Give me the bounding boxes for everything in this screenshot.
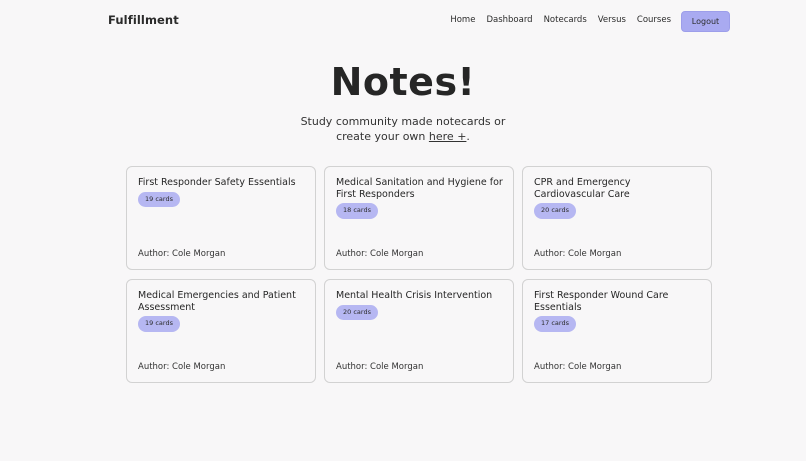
brand-logo[interactable]: Fulfillment xyxy=(108,13,179,27)
card-count-badge: 19 cards xyxy=(138,316,180,332)
page-subtitle: Study community made notecards or create… xyxy=(0,114,806,144)
card-title: CPR and Emergency Cardiovascular Care xyxy=(534,177,631,200)
card-title-block: Medical Sanitation and Hygiene for First… xyxy=(336,177,503,219)
card-count-badge: 20 cards xyxy=(534,203,576,219)
card-title-block: First Responder Safety Essentials 19 car… xyxy=(138,177,305,207)
notecard-set-card[interactable]: Mental Health Crisis Intervention 20 car… xyxy=(324,279,514,383)
card-author: Author: Cole Morgan xyxy=(336,249,424,259)
card-count-badge: 20 cards xyxy=(336,304,378,320)
card-title-block: Mental Health Crisis Intervention 20 car… xyxy=(336,290,503,320)
notecard-set-card[interactable]: First Responder Safety Essentials 19 car… xyxy=(126,166,316,270)
notecard-set-card[interactable]: Medical Sanitation and Hygiene for First… xyxy=(324,166,514,270)
subtitle-line1: Study community made notecards or xyxy=(300,115,506,128)
page-title: Notes! xyxy=(330,60,476,104)
card-title: First Responder Wound Care Essentials xyxy=(534,290,669,313)
nav-versus[interactable]: Versus xyxy=(598,15,626,25)
notecard-grid: First Responder Safety Essentials 19 car… xyxy=(126,166,712,383)
card-author: Author: Cole Morgan xyxy=(534,362,622,372)
card-author: Author: Cole Morgan xyxy=(138,362,226,372)
nav-dashboard[interactable]: Dashboard xyxy=(486,15,532,25)
logout-button[interactable]: Logout xyxy=(681,11,730,32)
notecard-set-card[interactable]: Medical Emergencies and Patient Assessme… xyxy=(126,279,316,383)
nav-notecards[interactable]: Notecards xyxy=(544,15,587,25)
nav-links: Home Dashboard Notecards Versus Courses xyxy=(450,15,671,25)
subtitle-suffix: . xyxy=(466,130,470,143)
card-title: Mental Health Crisis Intervention xyxy=(336,290,493,301)
card-count-badge: 17 cards xyxy=(534,316,576,332)
create-notes-link[interactable]: here + xyxy=(429,130,467,143)
nav-home[interactable]: Home xyxy=(450,15,475,25)
navbar: Fulfillment Home Dashboard Notecards Ver… xyxy=(0,0,806,42)
card-title-block: CPR and Emergency Cardiovascular Care 20… xyxy=(534,177,701,219)
card-count-badge: 19 cards xyxy=(138,191,180,207)
card-title: Medical Emergencies and Patient Assessme… xyxy=(138,290,296,313)
card-author: Author: Cole Morgan xyxy=(138,249,226,259)
card-author: Author: Cole Morgan xyxy=(336,362,424,372)
subtitle-line2-prefix: create your own xyxy=(336,130,429,143)
notecard-set-card[interactable]: First Responder Wound Care Essentials 17… xyxy=(522,279,712,383)
card-title: First Responder Safety Essentials xyxy=(138,177,296,188)
card-count-badge: 18 cards xyxy=(336,203,378,219)
card-title: Medical Sanitation and Hygiene for First… xyxy=(336,177,503,200)
card-title-block: First Responder Wound Care Essentials 17… xyxy=(534,290,701,332)
card-author: Author: Cole Morgan xyxy=(534,249,622,259)
notecard-set-card[interactable]: CPR and Emergency Cardiovascular Care 20… xyxy=(522,166,712,270)
nav-courses[interactable]: Courses xyxy=(637,15,671,25)
card-title-block: Medical Emergencies and Patient Assessme… xyxy=(138,290,305,332)
